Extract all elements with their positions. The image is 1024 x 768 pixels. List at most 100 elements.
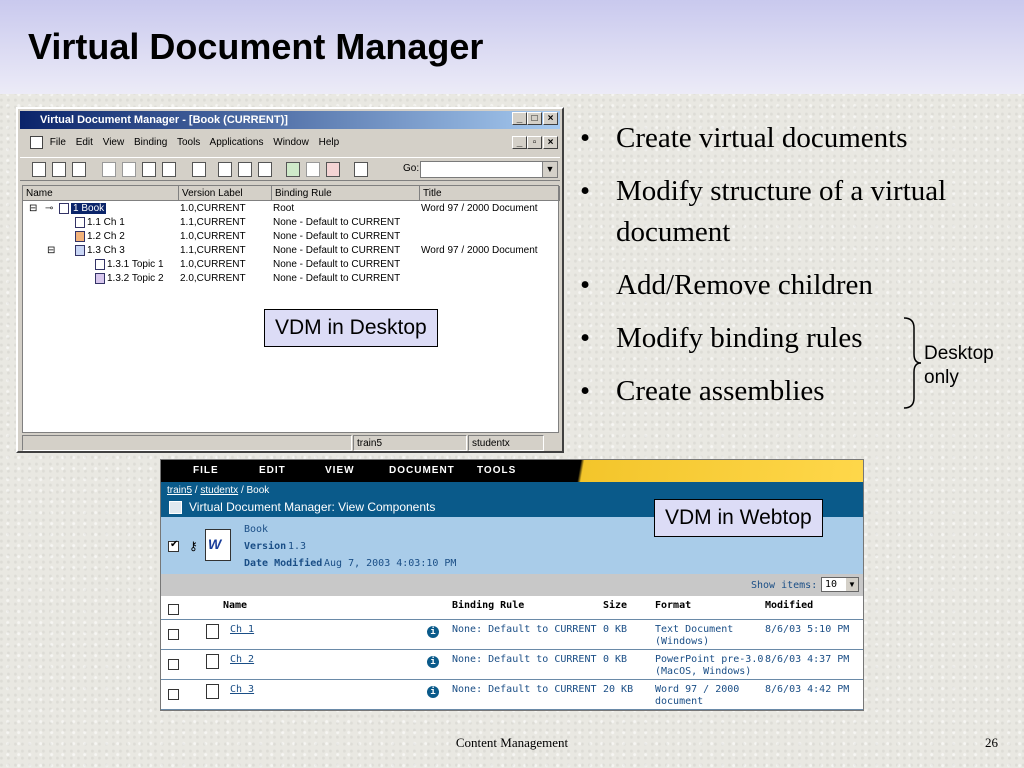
tree-node-label[interactable]: 1.3 Ch 3 bbox=[87, 245, 125, 256]
column-title[interactable]: Title bbox=[420, 186, 560, 201]
version-value: 1.3 bbox=[288, 541, 307, 552]
menu-applications[interactable]: Applications bbox=[210, 137, 264, 148]
vdm-icon[interactable] bbox=[72, 162, 86, 177]
rule-cell: None - Default to CURRENT bbox=[273, 259, 401, 270]
web-menu-view[interactable]: VIEW bbox=[325, 465, 355, 476]
table-row[interactable]: Ch 3 i None: Default to CURRENT 20 KB Wo… bbox=[161, 680, 863, 710]
table-row[interactable]: Ch 1 i None: Default to CURRENT 0 KB Tex… bbox=[161, 620, 863, 650]
date-modified-label: Date Modified bbox=[244, 558, 323, 569]
view-icon[interactable] bbox=[238, 162, 252, 177]
tree-row[interactable]: ⊟ 1.3 Ch 3 1.1,CURRENT None - Default to… bbox=[23, 244, 558, 258]
crumb-studentx[interactable]: studentx bbox=[200, 485, 238, 496]
column-format[interactable]: Format bbox=[655, 600, 691, 611]
tree-node-label[interactable]: 1.2 Ch 2 bbox=[87, 231, 125, 242]
web-menu-tools[interactable]: TOOLS bbox=[477, 465, 516, 476]
component-link[interactable]: Ch 2 bbox=[230, 654, 254, 665]
row-checkbox[interactable] bbox=[168, 689, 179, 700]
child-restore-button[interactable]: ▫ bbox=[527, 136, 542, 149]
window-titlebar[interactable]: Virtual Document Manager - [Book (CURREN… bbox=[20, 111, 560, 129]
tree-row[interactable]: 1.3.2 Topic 2 2.0,CURRENT None - Default… bbox=[23, 272, 558, 286]
web-menu-document[interactable]: DOCUMENT bbox=[389, 465, 455, 476]
select-all-checkbox[interactable] bbox=[168, 604, 179, 615]
menu-decoration bbox=[541, 460, 863, 482]
paste-icon[interactable] bbox=[162, 162, 176, 177]
document-name[interactable]: Book bbox=[244, 524, 268, 535]
date-modified-value: Aug 7, 2003 4:03:10 PM bbox=[324, 558, 457, 569]
add-child-icon[interactable] bbox=[286, 162, 300, 177]
column-name[interactable]: Name bbox=[23, 186, 179, 201]
menu-help[interactable]: Help bbox=[319, 137, 340, 148]
open-icon[interactable] bbox=[52, 162, 66, 177]
info-icon[interactable]: i bbox=[427, 626, 439, 638]
edit-icon[interactable] bbox=[218, 162, 232, 177]
collapse-icon[interactable]: ⊟ bbox=[47, 244, 55, 258]
desktop-window: Virtual Document Manager - [Book (CURREN… bbox=[16, 107, 564, 453]
web-menu-edit[interactable]: EDIT bbox=[259, 465, 286, 476]
menu-binding[interactable]: Binding bbox=[134, 137, 167, 148]
tree-row[interactable]: 1.1 Ch 1 1.1,CURRENT None - Default to C… bbox=[23, 216, 558, 230]
info-icon[interactable] bbox=[192, 162, 206, 177]
tree-node-label[interactable]: 1.3.2 Topic 2 bbox=[107, 273, 164, 284]
menu-file[interactable]: File bbox=[50, 137, 66, 148]
new-icon[interactable] bbox=[32, 162, 46, 177]
status-docbase: train5 bbox=[353, 435, 467, 451]
column-name[interactable]: Name bbox=[223, 600, 247, 611]
properties-icon[interactable] bbox=[102, 162, 116, 177]
chevron-down-icon[interactable]: ▼ bbox=[542, 162, 557, 177]
slide-header: Virtual Document Manager bbox=[0, 0, 1024, 94]
component-link[interactable]: Ch 3 bbox=[230, 684, 254, 695]
column-binding-rule[interactable]: Binding Rule bbox=[272, 186, 420, 201]
tree-row[interactable]: 1.2 Ch 2 1.0,CURRENT None - Default to C… bbox=[23, 230, 558, 244]
row-checkbox[interactable] bbox=[168, 659, 179, 670]
child-minimize-button[interactable]: _ bbox=[512, 136, 527, 149]
slide-title: Virtual Document Manager bbox=[28, 26, 484, 67]
checkin-icon[interactable] bbox=[258, 162, 272, 177]
collapse-icon[interactable]: ⊟ bbox=[29, 202, 37, 216]
rule-cell: None - Default to CURRENT bbox=[273, 217, 401, 228]
menu-edit[interactable]: Edit bbox=[76, 137, 93, 148]
table-row[interactable]: Ch 2 i None: Default to CURRENT 0 KB Pow… bbox=[161, 650, 863, 680]
crumb-train5[interactable]: train5 bbox=[167, 485, 192, 496]
version-cell: 1.1,CURRENT bbox=[180, 217, 246, 228]
webtop-callout: VDM in Webtop bbox=[654, 499, 823, 537]
version-cell: 1.0,CURRENT bbox=[180, 259, 246, 270]
minimize-button[interactable]: _ bbox=[512, 112, 527, 125]
menu-view[interactable]: View bbox=[103, 137, 125, 148]
menu-window[interactable]: Window bbox=[273, 137, 309, 148]
modified-cell: 8/6/03 4:37 PM bbox=[765, 654, 850, 665]
close-button[interactable]: × bbox=[543, 112, 558, 125]
tree-row[interactable]: ⊟ ⊸ 1 Book 1.0,CURRENT Root Word 97 / 20… bbox=[23, 202, 558, 216]
tree-node-label[interactable]: 1 Book bbox=[71, 203, 107, 214]
row-checkbox[interactable] bbox=[168, 629, 179, 640]
pagination-bar: Show items: 10 ▼ bbox=[161, 574, 863, 596]
version-cell: 1.0,CURRENT bbox=[180, 203, 246, 214]
child-close-button[interactable]: × bbox=[543, 136, 558, 149]
rule-cell: None - Default to CURRENT bbox=[273, 273, 401, 284]
menu-tools[interactable]: Tools bbox=[177, 137, 200, 148]
vdm-file-icon bbox=[206, 684, 219, 699]
cut-icon[interactable] bbox=[122, 162, 136, 177]
select-checkbox[interactable]: ✔ bbox=[168, 539, 179, 552]
tree-row[interactable]: 1.3.1 Topic 1 1.0,CURRENT None - Default… bbox=[23, 258, 558, 272]
column-modified[interactable]: Modified bbox=[765, 600, 813, 611]
info-icon[interactable]: i bbox=[427, 686, 439, 698]
find-icon[interactable] bbox=[354, 162, 368, 177]
tree-node-label[interactable]: 1.1 Ch 1 bbox=[87, 217, 125, 228]
tree-node-label[interactable]: 1.3.1 Topic 1 bbox=[107, 259, 164, 270]
webtop-window: FILE EDIT VIEW DOCUMENT TOOLS train5 / s… bbox=[160, 459, 864, 711]
info-icon[interactable]: i bbox=[427, 656, 439, 668]
chevron-down-icon[interactable]: ▼ bbox=[846, 578, 858, 591]
go-combobox[interactable]: ▼ bbox=[420, 161, 558, 178]
column-size[interactable]: Size bbox=[603, 600, 627, 611]
remove-child-icon[interactable] bbox=[326, 162, 340, 177]
status-bar: train5 studentx bbox=[20, 435, 560, 451]
copy-icon[interactable] bbox=[142, 162, 156, 177]
maximize-button[interactable]: □ bbox=[527, 112, 542, 125]
show-items-select[interactable]: 10 ▼ bbox=[821, 577, 859, 592]
component-link[interactable]: Ch 1 bbox=[230, 624, 254, 635]
text-file-icon bbox=[75, 216, 85, 228]
insert-icon[interactable] bbox=[306, 162, 320, 177]
column-version-label[interactable]: Version Label bbox=[179, 186, 272, 201]
column-binding-rule[interactable]: Binding Rule bbox=[452, 600, 524, 611]
web-menu-file[interactable]: FILE bbox=[193, 465, 219, 476]
